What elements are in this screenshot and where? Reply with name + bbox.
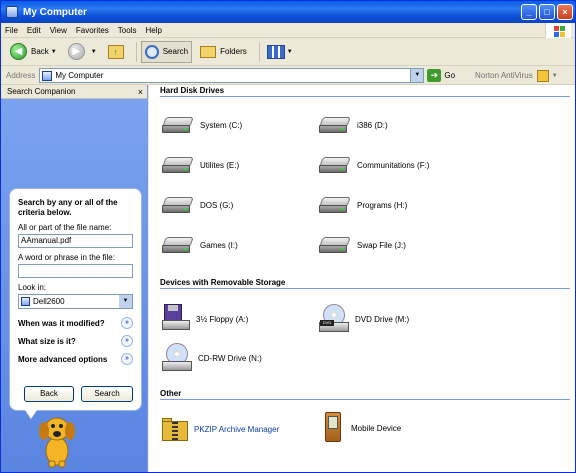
- drive-item[interactable]: DVD DVD Drive (M:): [319, 303, 409, 335]
- chevron-down-icon[interactable]: ▼: [410, 69, 424, 82]
- menu-view[interactable]: View: [50, 26, 67, 35]
- my-computer-window: My Computer _ □ × File Edit View Favorit…: [0, 0, 576, 473]
- cd-drive-icon: [162, 343, 192, 373]
- hard-drive-icon: [319, 115, 351, 135]
- hard-drive-icon: [319, 155, 351, 175]
- search-button[interactable]: Search: [140, 40, 193, 63]
- chevron-down-icon[interactable]: ▼: [119, 295, 132, 308]
- sidebar-back-button[interactable]: Back: [24, 386, 74, 402]
- hard-drive-icon: [162, 155, 194, 175]
- forward-button[interactable]: ▶ ▼: [65, 41, 100, 63]
- drive-item[interactable]: Swap File (J:): [319, 233, 406, 257]
- drive-item[interactable]: Programs (H:): [319, 193, 407, 217]
- folders-button[interactable]: Folders: [197, 41, 250, 63]
- title-bar[interactable]: My Computer _ □ ×: [1, 1, 575, 23]
- group-other: Other: [160, 389, 570, 400]
- hard-drive-icon: [162, 195, 194, 215]
- search-icon: [144, 44, 159, 59]
- filename-label: All or part of the file name:: [18, 223, 112, 232]
- drive-item[interactable]: i386 (D:): [319, 113, 388, 137]
- go-arrow-icon: ➔: [427, 69, 442, 82]
- look-in-label: Look in:: [18, 283, 47, 292]
- drive-item[interactable]: DOS (G:): [162, 193, 233, 217]
- filename-input[interactable]: AAmanual.pdf: [18, 234, 133, 248]
- zip-folder-icon: [162, 416, 188, 442]
- close-icon[interactable]: ×: [138, 87, 143, 97]
- address-bar: Address My Computer ▼ ➔ Go Norton AntiVi…: [1, 67, 575, 85]
- chevron-down-icon[interactable]: ▼: [91, 49, 97, 55]
- hard-drive-icon: [162, 235, 194, 255]
- sidebar-search-button[interactable]: Search: [81, 386, 133, 402]
- go-button[interactable]: ➔ Go: [427, 69, 455, 82]
- group-removable-storage: Devices with Removable Storage: [160, 278, 570, 289]
- drive-item[interactable]: Games (I:): [162, 233, 238, 257]
- address-input[interactable]: My Computer ▼: [39, 68, 425, 83]
- forward-arrow-icon: ▶: [67, 43, 85, 60]
- toolbar-divider: [135, 41, 137, 62]
- drive-item[interactable]: Utilites (E:): [162, 153, 239, 177]
- toolbar: ◀ Back ▼ ▶ ▼ ↑ Search Folders ▼: [1, 38, 575, 66]
- views-button[interactable]: ▼: [264, 41, 296, 63]
- drive-item[interactable]: 3½ Floppy (A:): [162, 303, 248, 335]
- minimize-button[interactable]: _: [521, 4, 537, 20]
- my-computer-icon: [6, 6, 18, 18]
- bubble-tail: [25, 410, 37, 419]
- toolbar-divider: [258, 41, 260, 62]
- back-arrow-icon: ◀: [10, 43, 27, 60]
- floppy-drive-icon: [162, 304, 190, 334]
- phrase-input[interactable]: [18, 264, 133, 278]
- search-form-bubble: Search by any or all of the criteria bel…: [9, 188, 142, 419]
- pkzip-item[interactable]: PKZIP Archive Manager: [162, 413, 279, 445]
- search-dog-icon[interactable]: [37, 411, 77, 469]
- search-companion-pane: Search Companion × Search by any or all …: [1, 85, 148, 472]
- norton-antivirus-toolbar[interactable]: Norton AntiVirus ▼: [475, 69, 558, 82]
- search-heading: Search by any or all of the criteria bel…: [18, 198, 118, 217]
- hard-drive-icon: [162, 115, 194, 135]
- group-hard-disk-drives: Hard Disk Drives: [160, 86, 570, 97]
- chevron-down-icon[interactable]: ▼: [51, 49, 57, 55]
- maximize-button[interactable]: □: [539, 4, 555, 20]
- phrase-label: A word or phrase in the file:: [18, 253, 115, 262]
- expand-chevron-icon[interactable]: »: [121, 317, 133, 329]
- menu-help[interactable]: Help: [145, 26, 161, 35]
- file-view: Hard Disk Drives System (C:) i386 (D:) U…: [149, 85, 575, 472]
- windows-logo-icon: [545, 23, 571, 38]
- my-computer-icon: [42, 70, 53, 81]
- search-buttons: Back Search: [24, 386, 140, 402]
- window-title: My Computer: [23, 6, 87, 18]
- hard-drive-icon: [319, 195, 351, 215]
- option-date-modified[interactable]: When was it modified? »: [18, 314, 133, 332]
- search-companion-header: Search Companion ×: [1, 85, 147, 99]
- option-advanced[interactable]: More advanced options »: [18, 350, 133, 368]
- expand-chevron-icon[interactable]: »: [121, 335, 133, 347]
- computer-icon: [21, 297, 30, 306]
- up-folder-icon: ↑: [107, 44, 124, 59]
- back-button[interactable]: ◀ Back ▼: [7, 41, 60, 63]
- hard-drive-icon: [319, 235, 351, 255]
- expand-chevron-icon[interactable]: »: [121, 353, 133, 365]
- views-icon: [266, 44, 285, 59]
- look-in-select[interactable]: Dell2600 ▼: [18, 294, 133, 309]
- drive-item[interactable]: Communitations (F:): [319, 153, 429, 177]
- option-size[interactable]: What size is it? »: [18, 332, 133, 350]
- norton-icon: [536, 69, 549, 82]
- menu-bar: File Edit View Favorites Tools Help: [1, 23, 575, 38]
- close-button[interactable]: ×: [557, 4, 573, 20]
- menu-tools[interactable]: Tools: [118, 26, 137, 35]
- chevron-down-icon[interactable]: ▼: [552, 73, 558, 79]
- folders-icon: [200, 45, 217, 58]
- menu-favorites[interactable]: Favorites: [76, 26, 109, 35]
- search-companion-title: Search Companion: [7, 87, 76, 96]
- mobile-device-item[interactable]: Mobile Device: [321, 411, 401, 445]
- dvd-drive-icon: DVD: [319, 304, 349, 334]
- address-label: Address: [6, 71, 36, 80]
- up-folder-button[interactable]: ↑: [105, 41, 127, 63]
- chevron-down-icon: ▼: [286, 48, 293, 55]
- menu-edit[interactable]: Edit: [27, 26, 41, 35]
- drive-item[interactable]: System (C:): [162, 113, 242, 137]
- mobile-device-icon: [321, 412, 345, 444]
- menu-file[interactable]: File: [5, 26, 18, 35]
- drive-item[interactable]: CD-RW Drive (N:): [162, 342, 262, 374]
